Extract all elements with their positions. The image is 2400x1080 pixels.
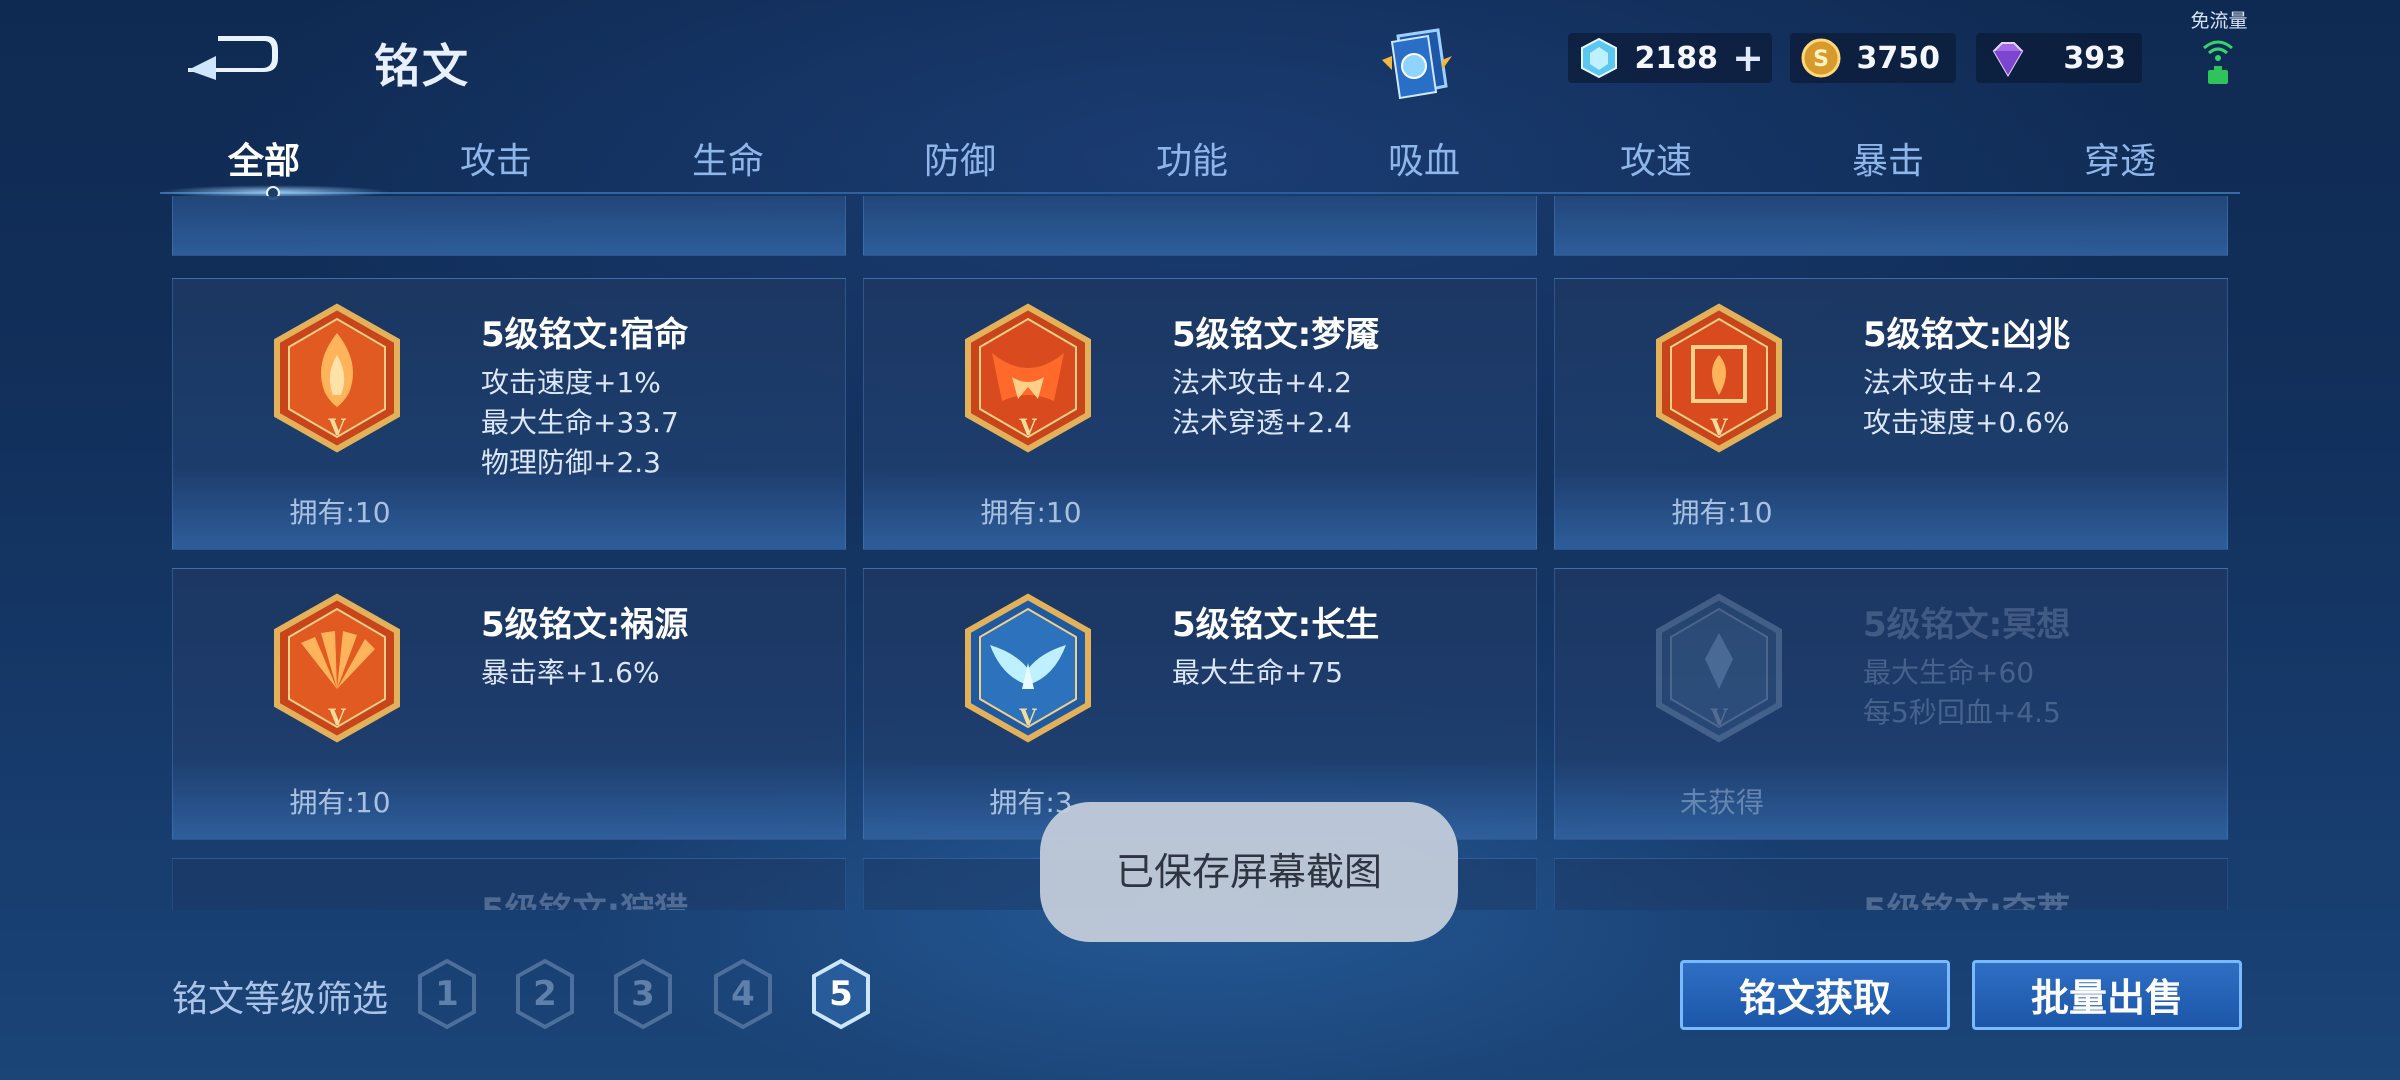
- inscription-name: 5级铭文:凶兆: [1863, 315, 2071, 355]
- inscription-name: 5级铭文:长生: [1172, 605, 1380, 645]
- page-title: 铭文: [374, 39, 470, 93]
- svg-text:V: V: [1018, 415, 1037, 441]
- tab-attack-speed[interactable]: 攻速: [1566, 132, 1746, 184]
- wifi-icon: [2203, 40, 2233, 84]
- bulk-sell-button[interactable]: 批量出售: [1972, 960, 2242, 1030]
- inscription-stat: 物理防御+2.3: [481, 446, 661, 479]
- gold-coin-counter: S 3750: [1790, 33, 1956, 83]
- level-filter-3[interactable]: 3: [612, 958, 674, 1030]
- owned-count: 未获得: [1679, 786, 1764, 819]
- red-fan-emblem-icon: V: [274, 593, 400, 743]
- inscription-name-partial: 5级铭文:狩猎: [481, 883, 688, 910]
- owned-count: 拥有:10: [289, 786, 391, 819]
- svg-text:V: V: [327, 415, 346, 441]
- svg-text:V: V: [1018, 705, 1037, 731]
- tab-attack[interactable]: 攻击: [406, 132, 586, 184]
- inscription-card-partial[interactable]: [863, 196, 1537, 256]
- gold-coin-value: 3750: [1856, 41, 1941, 76]
- inscription-card-partial[interactable]: 5级铭文:夺萃: [1554, 858, 2228, 910]
- inscription-stat: 每5秒回血+4.5: [1863, 696, 2061, 729]
- purple-gem-counter: 393: [1976, 33, 2142, 83]
- level-filter-label-5: 5: [829, 974, 853, 1014]
- level-filter-5[interactable]: 5: [810, 958, 872, 1030]
- back-button[interactable]: [178, 28, 284, 84]
- diamond-coupon-icon: [1581, 37, 1617, 79]
- blue-wing-emblem-icon: V: [965, 593, 1091, 743]
- screenshot-saved-toast: 已保存屏幕截图: [1040, 802, 1458, 942]
- level-filter-label-3: 3: [631, 974, 655, 1014]
- level-filter-label-1: 1: [435, 974, 459, 1014]
- inscription-card-partial[interactable]: [172, 196, 846, 256]
- back-arrow-icon: [188, 36, 278, 80]
- tab-defense[interactable]: 防御: [870, 132, 1050, 184]
- inscription-card-partial[interactable]: 5级铭文:狩猎: [172, 858, 846, 910]
- tab-divider: [160, 192, 2240, 194]
- inscription-card[interactable]: V 5级铭文:长生 最大生命+75 拥有:3: [863, 568, 1537, 840]
- tab-critical[interactable]: 暴击: [1798, 132, 1978, 184]
- inscription-stat: 最大生命+60: [1863, 656, 2035, 689]
- inscription-card[interactable]: V 5级铭文:宿命 攻击速度+1% 最大生命+33.7 物理防御+2.3 拥有:…: [172, 278, 846, 550]
- diamond-coupon-counter: 2188 +: [1568, 33, 1772, 83]
- level-filter-2[interactable]: 2: [514, 958, 576, 1030]
- gold-coin-icon: S: [1801, 38, 1841, 78]
- network-label: 免流量: [2190, 10, 2248, 32]
- inscription-stat: 法术攻击+4.2: [1172, 366, 1352, 399]
- inscription-card[interactable]: V 5级铭文:凶兆 法术攻击+4.2 攻击速度+0.6% 拥有:10: [1554, 278, 2228, 550]
- inscription-card[interactable]: V 5级铭文:梦魇 法术攻击+4.2 法术穿透+2.4 拥有:10: [863, 278, 1537, 550]
- level-filter-label-4: 4: [731, 974, 755, 1014]
- tab-lifesteal[interactable]: 吸血: [1334, 132, 1514, 184]
- add-currency-button[interactable]: +: [1732, 39, 1764, 77]
- inscription-stat: 法术攻击+4.2: [1863, 366, 2043, 399]
- diamond-coupon-value: 2188: [1634, 41, 1719, 76]
- svg-text:V: V: [327, 705, 346, 731]
- owned-count: 拥有:10: [289, 496, 391, 529]
- tab-function[interactable]: 功能: [1102, 132, 1282, 184]
- inscription-stat: 法术穿透+2.4: [1172, 406, 1352, 439]
- obtain-inscription-button[interactable]: 铭文获取: [1680, 960, 1950, 1030]
- tab-health[interactable]: 生命: [638, 132, 818, 184]
- purple-gem-value: 393: [2063, 41, 2126, 76]
- svg-text:S: S: [1813, 47, 1829, 72]
- inscription-card[interactable]: V 5级铭文:祸源 暴击率+1.6% 拥有:10: [172, 568, 846, 840]
- inscription-name-partial: 5级铭文:夺萃: [1863, 883, 2070, 910]
- inscription-stat: 最大生命+33.7: [481, 406, 679, 439]
- inscription-name: 5级铭文:梦魇: [1172, 315, 1380, 355]
- inscription-name: 5级铭文:祸源: [481, 605, 689, 645]
- category-tabs: 全部 攻击 生命 防御 功能 吸血 攻速 暴击 穿透: [160, 132, 2240, 192]
- inscription-stat: 最大生命+75: [1172, 656, 1344, 689]
- red-flame-emblem-icon: V: [274, 303, 400, 453]
- level-filter-label-2: 2: [533, 974, 557, 1014]
- level-filter-label: 铭文等级筛选: [172, 979, 389, 1020]
- inscription-name: 5级铭文:冥想: [1863, 605, 2071, 645]
- inscription-name: 5级铭文:宿命: [481, 315, 689, 355]
- owned-count: 拥有:10: [980, 496, 1082, 529]
- inscription-stat: 攻击速度+0.6%: [1863, 406, 2070, 439]
- owned-count: 拥有:10: [1671, 496, 1773, 529]
- purple-gem-icon: [1992, 42, 2024, 77]
- red-omen-emblem-icon: V: [1656, 303, 1782, 453]
- level-filter-4[interactable]: 4: [712, 958, 774, 1030]
- svg-text:V: V: [1709, 415, 1728, 441]
- inscription-stat: 暴击率+1.6%: [481, 656, 660, 689]
- svg-text:V: V: [1709, 705, 1728, 731]
- level-filter-1[interactable]: 1: [416, 958, 478, 1030]
- inscription-card-partial[interactable]: [1554, 196, 2228, 256]
- red-demon-emblem-icon: V: [965, 303, 1091, 453]
- inscription-bag-icon[interactable]: [1378, 26, 1456, 102]
- inscription-stat: 攻击速度+1%: [481, 366, 661, 399]
- inscription-card-locked[interactable]: V 5级铭文:冥想 最大生命+60 每5秒回血+4.5 未获得: [1554, 568, 2228, 840]
- tab-all[interactable]: 全部: [174, 132, 354, 184]
- tab-penetration[interactable]: 穿透: [2030, 132, 2210, 184]
- blue-locked-emblem-icon: V: [1656, 593, 1782, 743]
